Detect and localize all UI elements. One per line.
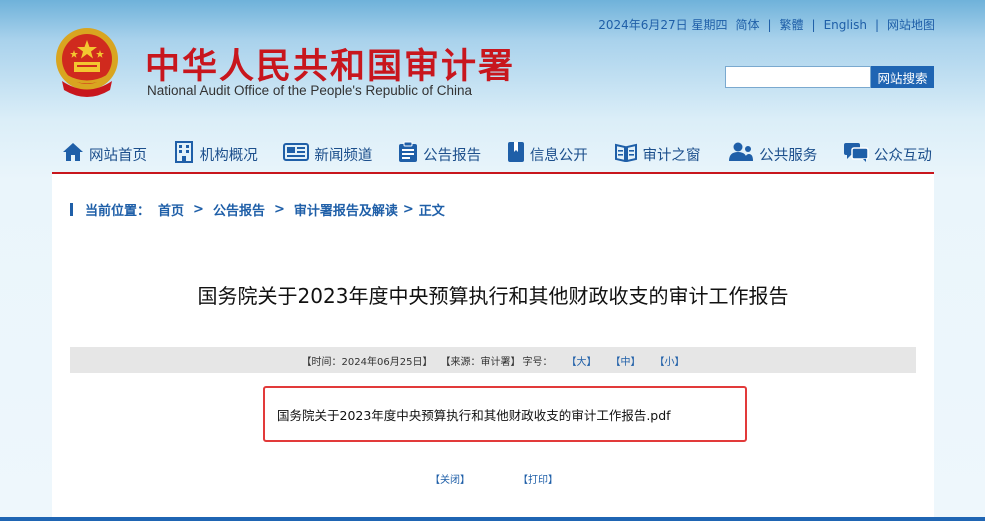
breadcrumb-reports[interactable]: 审计署报告及解读 <box>294 200 398 219</box>
breadcrumb-home[interactable]: 首页 <box>158 200 184 219</box>
article-actions: 【关闭】 【打印】 <box>430 471 558 486</box>
link-simplified[interactable]: 简体 <box>735 16 759 33</box>
open-book-icon <box>614 142 638 166</box>
nav-item-disclosure[interactable]: 信息公开 <box>507 141 588 167</box>
breadcrumb: 当前位置： 首页 > 公告报告 > 审计署报告及解读 > 正文 <box>70 200 445 219</box>
nav-label: 公众互动 <box>873 147 932 164</box>
link-sitemap[interactable]: 网站地图 <box>887 16 935 33</box>
main-content: 当前位置： 首页 > 公告报告 > 审计署报告及解读 > 正文 国务院关于202… <box>52 174 934 521</box>
pdf-attachment-link[interactable]: 国务院关于2023年度中央预算执行和其他财政收支的审计工作报告.pdf <box>277 405 671 424</box>
breadcrumb-announcements[interactable]: 公告报告 <box>213 200 265 219</box>
breadcrumb-separator: > <box>193 202 204 217</box>
font-size-small-button[interactable]: 【小】 <box>654 353 684 368</box>
breadcrumb-prefix: 当前位置： <box>85 204 151 219</box>
divider: | <box>811 17 816 32</box>
nav-label: 网站首页 <box>89 147 147 164</box>
current-date: 2024年6月27日 星期四 <box>598 18 728 32</box>
breadcrumb-separator: > <box>402 202 414 217</box>
footer-strip <box>0 517 985 521</box>
home-icon <box>62 142 84 166</box>
breadcrumb-marker <box>70 203 73 216</box>
national-emblem-logo <box>52 26 122 102</box>
nav-label: 信息公开 <box>529 147 588 164</box>
nav-item-announcements[interactable]: 公告报告 <box>398 141 481 167</box>
divider: | <box>874 17 879 32</box>
link-english[interactable]: English <box>824 18 867 32</box>
print-button[interactable]: 【打印】 <box>518 471 558 486</box>
font-size-medium-button[interactable]: 【中】 <box>610 353 640 368</box>
top-links: 2024年6月27日 星期四 简体 | 繁體 | English | 网站地图 <box>598 16 935 33</box>
article-meta-bar: 【时间：2024年06月25日】 【来源：审计署】 字号： 【大】 【中】 【小… <box>70 347 916 373</box>
newspaper-icon <box>283 142 310 166</box>
article-source: 【来源：审计署】 <box>440 356 521 368</box>
breadcrumb-current: 正文 <box>418 204 445 219</box>
nav-item-audit-window[interactable]: 审计之窗 <box>614 142 701 166</box>
attachment-highlight: 国务院关于2023年度中央预算执行和其他财政收支的审计工作报告.pdf <box>263 386 747 442</box>
divider: | <box>767 17 772 32</box>
search-button[interactable]: 网站搜索 <box>871 66 934 88</box>
chat-icon <box>843 142 869 166</box>
people-icon <box>726 142 754 166</box>
nav-item-news[interactable]: 新闻频道 <box>283 142 372 166</box>
clipboard-icon <box>398 141 418 167</box>
article-title: 国务院关于2023年度中央预算执行和其他财政收支的审计工作报告 <box>197 284 789 308</box>
nav-item-public-service[interactable]: 公共服务 <box>726 142 817 166</box>
nav-item-organization[interactable]: 机构概况 <box>173 141 258 167</box>
link-traditional[interactable]: 繁體 <box>780 16 804 33</box>
search-input[interactable] <box>725 66 871 88</box>
nav-item-interaction[interactable]: 公众互动 <box>843 142 932 166</box>
book-icon <box>507 141 525 167</box>
breadcrumb-separator: > <box>273 202 285 217</box>
nav-label: 公共服务 <box>759 147 818 164</box>
nav-label: 公告报告 <box>423 147 482 164</box>
close-button[interactable]: 【关闭】 <box>430 471 470 486</box>
building-icon <box>173 141 195 167</box>
nav-label: 审计之窗 <box>642 147 701 164</box>
font-size-label: 字号： <box>522 356 553 368</box>
site-subtitle: National Audit Office of the People's Re… <box>147 83 473 98</box>
nav-item-home[interactable]: 网站首页 <box>62 142 147 166</box>
site-title: 中华人民共和国审计署 <box>145 47 516 87</box>
main-nav: 网站首页 机构概况 新闻频道 公告报告 信息公开 审计之窗 公共服务 公众互动 <box>62 140 932 168</box>
font-size-large-button[interactable]: 【大】 <box>566 353 596 368</box>
nav-label: 机构概况 <box>199 147 258 164</box>
publish-time: 【时间：2024年06月25日】 <box>301 356 433 368</box>
nav-label: 新闻频道 <box>314 147 373 164</box>
